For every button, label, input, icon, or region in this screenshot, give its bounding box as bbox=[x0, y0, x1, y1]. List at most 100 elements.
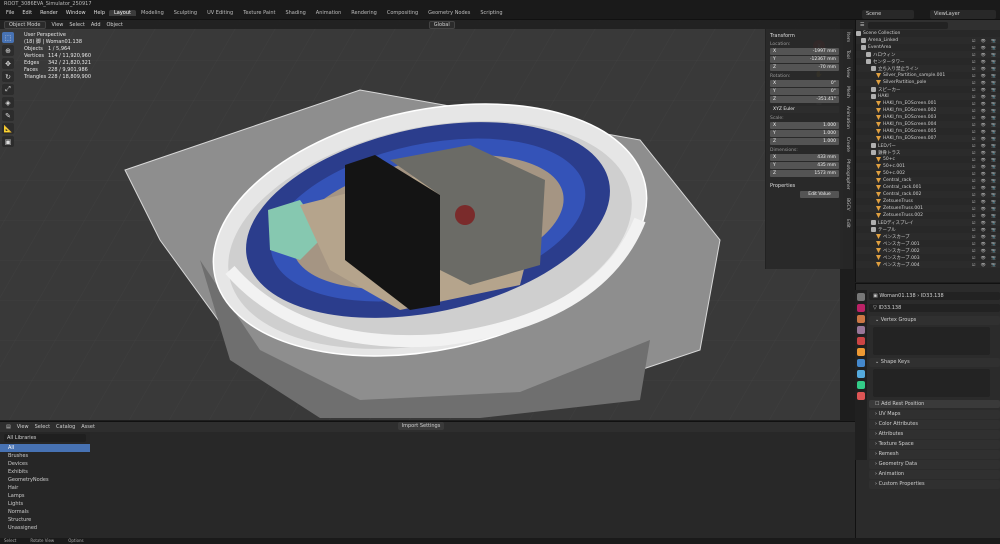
sidebar-tab-tool[interactable]: Tool bbox=[845, 50, 850, 59]
asset-menu-catalog[interactable]: Catalog bbox=[56, 424, 75, 430]
dims-y-field[interactable]: Y 435 mm bbox=[770, 162, 839, 169]
workspace-tab-modeling[interactable]: Modeling bbox=[136, 10, 169, 16]
outliner-row[interactable]: Arena_Linked ☑ 👁 📷 bbox=[856, 37, 1000, 44]
outliner-row[interactable]: 50+c.001 ☑ 👁 📷 bbox=[856, 163, 1000, 170]
visibility-icons[interactable]: ☑ 👁 📷 bbox=[972, 73, 998, 78]
visibility-icons[interactable]: ☑ 👁 📷 bbox=[972, 255, 998, 260]
move-icon[interactable]: ✥ bbox=[2, 58, 14, 69]
sidebar-tab-create[interactable]: Create bbox=[845, 137, 850, 152]
scene-collection-row[interactable]: Scene Collection bbox=[856, 30, 1000, 37]
menu-file[interactable]: File bbox=[2, 10, 18, 16]
location-z-field[interactable]: Z -70 mm bbox=[770, 64, 839, 71]
outliner-row[interactable]: HAKI_frn_EOScreen.004 ☑ 👁 📷 bbox=[856, 121, 1000, 128]
physics-tab-icon[interactable] bbox=[857, 370, 865, 378]
outliner-row[interactable]: センタータワー ☑ 👁 📷 bbox=[856, 58, 1000, 65]
visibility-icons[interactable]: ☑ 👁 📷 bbox=[972, 87, 998, 92]
visibility-icons[interactable]: ☑ 👁 📷 bbox=[972, 234, 998, 239]
outliner-row[interactable]: Central_rack.001 ☑ 👁 📷 bbox=[856, 184, 1000, 191]
modifier-tab-icon[interactable] bbox=[857, 359, 865, 367]
catalog-item-all[interactable]: All bbox=[0, 444, 90, 452]
vertex-groups-panel[interactable]: ⌄ Vertex Groups bbox=[869, 316, 1000, 325]
outliner-row[interactable]: ZetsuenTruss ☑ 👁 📷 bbox=[856, 198, 1000, 205]
outliner-row[interactable]: ベンスカーブ.001 ☑ 👁 📷 bbox=[856, 240, 1000, 247]
visibility-icons[interactable]: ☑ 👁 📷 bbox=[972, 150, 998, 155]
shape-keys-panel[interactable]: ⌄ Shape Keys bbox=[869, 358, 1000, 367]
visibility-icons[interactable]: ☑ 👁 📷 bbox=[972, 213, 998, 218]
outliner-row[interactable]: ベンスカーブ.002 ☑ 👁 📷 bbox=[856, 247, 1000, 254]
catalog-item-lights[interactable]: Lights bbox=[0, 500, 90, 508]
visibility-icons[interactable]: ☑ 👁 📷 bbox=[972, 80, 998, 85]
workspace-tab-rendering[interactable]: Rendering bbox=[346, 10, 382, 16]
outliner-row[interactable]: 50+c ☑ 👁 📷 bbox=[856, 156, 1000, 163]
outliner-row[interactable]: HAKI_frn_EOScreen.003 ☑ 👁 📷 bbox=[856, 114, 1000, 121]
outliner-row[interactable]: ZetsuenTruss.002 ☑ 👁 📷 bbox=[856, 212, 1000, 219]
sidebar-tab-view[interactable]: View bbox=[845, 67, 850, 78]
outliner-row[interactable]: 鉄骨トラス ☑ 👁 📷 bbox=[856, 149, 1000, 156]
panel-color-attributes[interactable]: › Color Attributes bbox=[869, 420, 1000, 429]
scene-tab-icon[interactable] bbox=[857, 326, 865, 334]
tool-tab-icon[interactable] bbox=[857, 293, 865, 301]
measure-icon[interactable]: 📐 bbox=[2, 123, 14, 134]
outliner-row[interactable]: HAKI_frn_EOScreen.005 ☑ 👁 📷 bbox=[856, 128, 1000, 135]
outliner-row[interactable]: HAKI_frn_EOScreen.001 ☑ 👁 📷 bbox=[856, 100, 1000, 107]
menu-help[interactable]: Help bbox=[90, 10, 109, 16]
workspace-tab-geometry-nodes[interactable]: Geometry Nodes bbox=[423, 10, 475, 16]
scale-y-field[interactable]: Y 1.000 bbox=[770, 130, 839, 137]
scene-selector[interactable]: Scene bbox=[862, 10, 914, 19]
outliner-row[interactable]: スピーカー ☑ 👁 📷 bbox=[856, 86, 1000, 93]
outliner-row[interactable]: 立ち入り禁止ライン ☑ 👁 📷 bbox=[856, 65, 1000, 72]
panel-custom-properties[interactable]: › Custom Properties bbox=[869, 480, 1000, 489]
panel-texture-space[interactable]: › Texture Space bbox=[869, 440, 1000, 449]
mode-selector[interactable]: Object Mode bbox=[4, 20, 46, 29]
properties-header[interactable]: Properties bbox=[770, 183, 839, 189]
sidebar-tab-bgcv[interactable]: BGCV bbox=[845, 198, 850, 211]
visibility-icons[interactable]: ☑ 👁 📷 bbox=[972, 52, 998, 57]
visibility-icons[interactable]: ☑ 👁 📷 bbox=[972, 171, 998, 176]
visibility-icons[interactable]: ☑ 👁 📷 bbox=[972, 164, 998, 169]
outliner-row[interactable]: EventArea ☑ 👁 📷 bbox=[856, 44, 1000, 51]
annotate-icon[interactable]: ✎ bbox=[2, 110, 14, 121]
catalog-item-unassigned[interactable]: Unassigned bbox=[0, 524, 90, 532]
vertex-groups-list[interactable] bbox=[873, 327, 990, 355]
outliner-search-input[interactable] bbox=[868, 21, 949, 29]
outliner-row[interactable]: 50+c.002 ☑ 👁 📷 bbox=[856, 170, 1000, 177]
outliner-row[interactable]: ベンスカーブ ☑ 👁 📷 bbox=[856, 233, 1000, 240]
catalog-item-normals[interactable]: Normals bbox=[0, 508, 90, 516]
import-settings-button[interactable]: Import Settings bbox=[398, 422, 444, 430]
viewport-menu-select[interactable]: Select bbox=[69, 22, 84, 28]
workspace-tab-animation[interactable]: Animation bbox=[311, 10, 347, 16]
visibility-icons[interactable]: ☑ 👁 📷 bbox=[972, 241, 998, 246]
visibility-icons[interactable]: ☑ 👁 📷 bbox=[972, 157, 998, 162]
workspace-tab-scripting[interactable]: Scripting bbox=[475, 10, 507, 16]
panel-remesh[interactable]: › Remesh bbox=[869, 450, 1000, 459]
rotation-z-field[interactable]: Z -351.41° bbox=[770, 96, 839, 103]
panel-animation[interactable]: › Animation bbox=[869, 470, 1000, 479]
visibility-icons[interactable]: ☑ 👁 📷 bbox=[972, 129, 998, 134]
dims-x-field[interactable]: X 433 mm bbox=[770, 154, 839, 161]
scale-icon[interactable]: ⤢ bbox=[2, 84, 14, 95]
catalog-item-devices[interactable]: Devices bbox=[0, 460, 90, 468]
asset-browser-editor-icon[interactable]: ▤ bbox=[6, 424, 11, 430]
panel-uv-maps[interactable]: › UV Maps bbox=[869, 410, 1000, 419]
outliner-row[interactable]: Central_rack ☑ 👁 📷 bbox=[856, 177, 1000, 184]
transform-header[interactable]: Transform bbox=[770, 33, 839, 39]
add-cube-icon[interactable]: ▣ bbox=[2, 136, 14, 147]
asset-menu-view[interactable]: View bbox=[17, 424, 29, 430]
visibility-icons[interactable]: ☑ 👁 📷 bbox=[972, 227, 998, 232]
visibility-icons[interactable]: ☑ 👁 📷 bbox=[972, 38, 998, 43]
menu-edit[interactable]: Edit bbox=[18, 10, 36, 16]
catalog-item-lamps[interactable]: Lamps bbox=[0, 492, 90, 500]
viewport-menu-add[interactable]: Add bbox=[91, 22, 101, 28]
asset-menu-select[interactable]: Select bbox=[35, 424, 50, 430]
transform-icon[interactable]: ◈ bbox=[2, 97, 14, 108]
outliner-filter-icon[interactable]: ☰ bbox=[860, 22, 864, 28]
scale-x-field[interactable]: X 1.000 bbox=[770, 122, 839, 129]
catalog-item-geometrynodes[interactable]: GeometryNodes bbox=[0, 476, 90, 484]
outliner-row[interactable]: Central_rack.002 ☑ 👁 📷 bbox=[856, 191, 1000, 198]
sidebar-tab-mesh[interactable]: Mesh bbox=[845, 86, 850, 98]
shape-keys-list[interactable] bbox=[873, 369, 990, 397]
workspace-tab-uv-editing[interactable]: UV Editing bbox=[202, 10, 238, 16]
outliner-row[interactable]: ベンスカーブ.003 ☑ 👁 📷 bbox=[856, 254, 1000, 261]
asset-menu-asset[interactable]: Asset bbox=[81, 424, 95, 430]
outliner-row[interactable]: SilverPartition_pole ☑ 👁 📷 bbox=[856, 79, 1000, 86]
